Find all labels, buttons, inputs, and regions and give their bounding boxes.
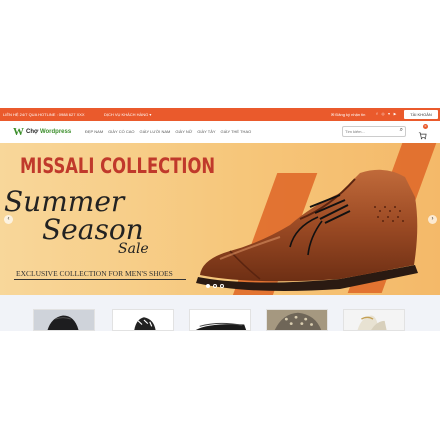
menu-item-giay-nu[interactable]: GIÀY NỮ xyxy=(175,129,192,134)
oxford-shoe-image xyxy=(196,169,418,291)
search-input[interactable] xyxy=(345,128,391,135)
menu-item-giay-tay[interactable]: GIÀY TÂY xyxy=(197,129,215,134)
menu-item-dep-nam[interactable]: ĐẸP NAM xyxy=(85,129,103,134)
patterned-sneaker-image xyxy=(267,310,327,330)
banner-script-line3: Sale xyxy=(118,241,149,257)
youtube-icon[interactable]: ▶ xyxy=(393,112,397,116)
search-box: ⌕ xyxy=(342,126,406,137)
logo-prefix: Chợ xyxy=(26,129,39,135)
site-logo[interactable]: W Chợ Wordpress xyxy=(13,126,71,138)
hero-banner[interactable]: MISSALI COLLECTION Summer Season Sale EX… xyxy=(0,143,440,295)
main-navbar: W Chợ Wordpress ĐẸP NAM GIÀY CỔ CAO GIÀY… xyxy=(0,121,440,144)
menu-item-giay-the-thao[interactable]: GIÀY THỂ THAO xyxy=(221,129,252,134)
newsletter-label: Đăng ký nhận tin xyxy=(335,112,366,117)
logo-brand: Wordpress xyxy=(39,129,72,135)
cart-button[interactable]: 0 xyxy=(418,124,428,140)
white-sneaker-image xyxy=(344,310,404,330)
newsletter-link[interactable]: ✉ Đăng ký nhận tin xyxy=(331,112,365,117)
black-sneaker-image xyxy=(34,310,94,330)
search-icon[interactable]: ⌕ xyxy=(400,127,403,134)
carousel-dots xyxy=(206,284,224,288)
product-card[interactable] xyxy=(112,309,174,331)
hotline-text: LIÊN HỆ 24/7 QUA HOTLINE : 0988 627 XXX xyxy=(3,112,85,117)
carousel-prev-button[interactable]: ‹ xyxy=(4,215,13,224)
account-button[interactable]: TÀI KHOẢN xyxy=(404,110,438,119)
carousel-dot[interactable] xyxy=(206,284,210,288)
leaf-logo-icon: W xyxy=(13,126,24,138)
top-bar: LIÊN HỆ 24/7 QUA HOTLINE : 0988 627 XXX … xyxy=(0,108,440,121)
product-card[interactable] xyxy=(189,309,251,331)
instagram-icon[interactable]: ◎ xyxy=(381,112,385,116)
product-card[interactable] xyxy=(266,309,328,331)
banner-divider xyxy=(14,279,186,280)
page-background xyxy=(0,331,440,440)
black-sandal-image xyxy=(190,310,250,330)
banner-title: MISSALI COLLECTION xyxy=(20,154,216,178)
menu-item-giay-co-cao[interactable]: GIÀY CỔ CAO xyxy=(108,129,134,134)
banner-tagline: EXCLUSIVE COLLECTION FOR MEN'S SHOES xyxy=(16,269,173,278)
carousel-dot[interactable] xyxy=(213,284,217,288)
black-white-sneaker-image xyxy=(113,310,173,330)
product-card[interactable] xyxy=(343,309,405,331)
carousel-dot[interactable] xyxy=(220,284,224,288)
facebook-icon[interactable]: f xyxy=(375,112,379,116)
menu-item-giay-luoi-nam[interactable]: GIÀY LƯỜI NAM xyxy=(140,129,171,134)
main-menu: ĐẸP NAM GIÀY CỔ CAO GIÀY LƯỜI NAM GIÀY N… xyxy=(85,129,251,134)
cart-count-badge: 0 xyxy=(423,124,428,129)
social-links: f ◎ ♥ ▶ xyxy=(375,112,397,116)
customer-service-menu[interactable]: DỊCH VỤ KHÁCH HÀNG ▾ xyxy=(104,112,151,117)
carousel-next-button[interactable]: › xyxy=(428,215,437,224)
logo-text: Chợ Wordpress xyxy=(26,129,71,135)
heart-icon[interactable]: ♥ xyxy=(387,112,391,116)
cart-icon xyxy=(418,132,427,140)
product-card[interactable] xyxy=(33,309,95,331)
mail-icon: ✉ xyxy=(331,112,335,117)
